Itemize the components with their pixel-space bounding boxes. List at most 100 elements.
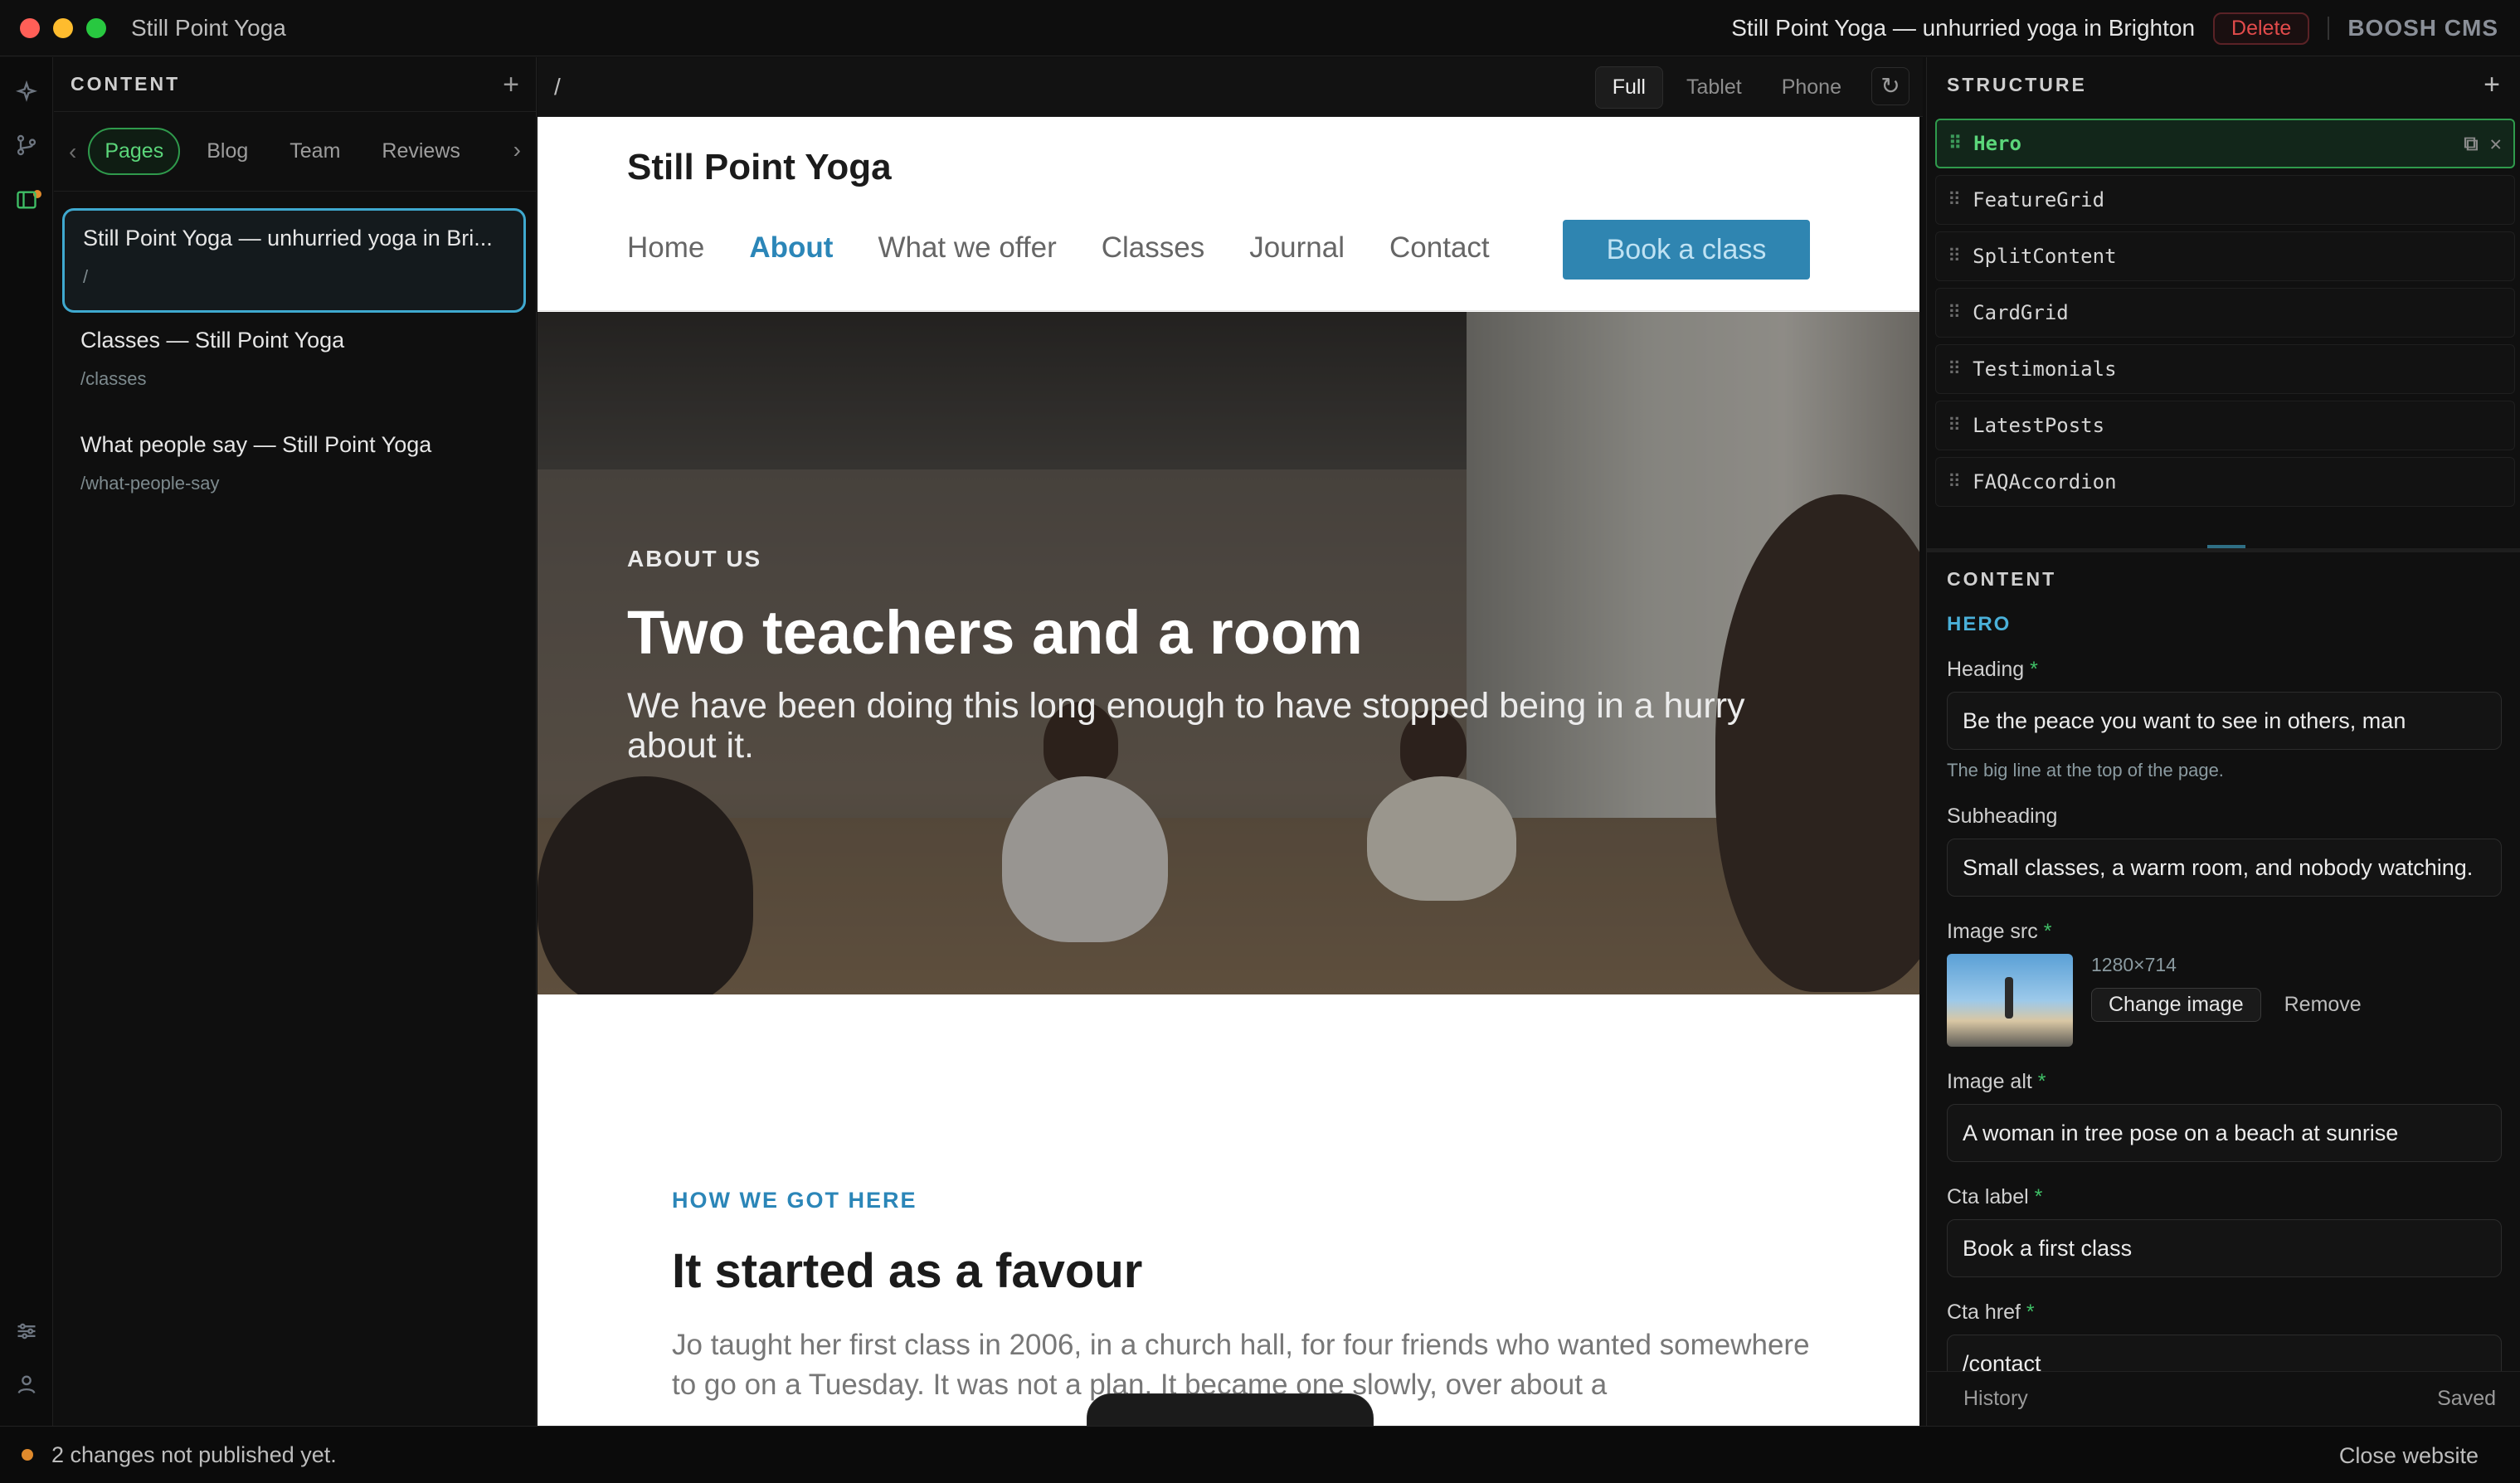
close-website-button[interactable]: Close website <box>2339 1443 2479 1469</box>
block-label: Testimonials <box>1973 357 2117 381</box>
block-form: HERO Heading * Be the peace you want to … <box>1927 613 2520 1393</box>
image-dimensions: 1280×714 <box>2091 954 2177 975</box>
page-item-path: /what-people-say <box>80 473 220 494</box>
image-alt-field: Image alt * A woman in tree pose on a be… <box>1947 1070 2502 1162</box>
nav-journal[interactable]: Journal <box>1249 231 1345 265</box>
field-label: Image src * <box>1947 920 2502 944</box>
cta-label-input[interactable]: Book a first class <box>1947 1219 2502 1277</box>
page-item-title: What people say — Still Point Yoga <box>80 432 432 457</box>
field-label: Image alt * <box>1947 1070 2502 1094</box>
inspector-footer: History Saved <box>1927 1371 2520 1426</box>
app-title: Still Point Yoga <box>131 14 286 41</box>
block-item-faqaccordion[interactable]: ⠿ FAQAccordion <box>1935 457 2515 507</box>
nav-about[interactable]: About <box>749 231 833 265</box>
field-label-text: Cta href <box>1947 1301 2021 1324</box>
image-meta: 1280×714 Change image Remove <box>2091 954 2362 1022</box>
page-list-item[interactable]: Classes — Still Point Yoga /classes <box>62 313 526 417</box>
viewport-phone-button[interactable]: Phone <box>1765 67 1858 108</box>
field-label: Subheading <box>1947 805 2058 828</box>
block-item-featuregrid[interactable]: ⠿ FeatureGrid <box>1935 175 2515 225</box>
drag-handle-icon[interactable]: ⠿ <box>1948 416 1961 436</box>
block-actions: ⧉ ✕ <box>2464 132 2502 155</box>
drag-handle-icon[interactable]: ⠿ <box>1948 359 1961 380</box>
thumbnail-figure <box>2005 977 2013 1019</box>
drag-handle-icon[interactable]: ⠿ <box>1948 472 1961 493</box>
block-item-splitcontent[interactable]: ⠿ SplitContent <box>1935 231 2515 281</box>
tab-team[interactable]: Team <box>275 129 355 173</box>
page-item-path: / <box>83 266 89 287</box>
refresh-icon[interactable]: ↻ <box>1871 67 1909 105</box>
duplicate-icon[interactable]: ⧉ <box>2464 132 2478 155</box>
sidebar-panel-icon[interactable] <box>13 188 40 215</box>
block-item-latestposts[interactable]: ⠿ LatestPosts <box>1935 401 2515 450</box>
page-list: Still Point Yoga — unhurried yoga in Bri… <box>54 192 536 522</box>
close-window-button[interactable] <box>20 17 40 38</box>
image-buttons: Change image Remove <box>2091 988 2362 1022</box>
collection-tabs: ‹ Pages Blog Team Reviews › <box>54 112 536 192</box>
page-item-path: /classes <box>80 368 147 389</box>
minimize-window-button[interactable] <box>53 17 73 38</box>
nav-contact[interactable]: Contact <box>1389 231 1490 265</box>
story-eyebrow: HOW WE GOT HERE <box>672 1188 917 1213</box>
block-item-hero[interactable]: ⠿ Hero ⧉ ✕ <box>1935 119 2515 168</box>
user-icon[interactable] <box>13 1373 40 1399</box>
preview-path: / <box>554 73 561 100</box>
required-marker: * <box>2037 1070 2046 1093</box>
viewport-tablet-button[interactable]: Tablet <box>1670 67 1759 108</box>
required-marker: * <box>2034 1185 2043 1208</box>
nav-what-we-offer[interactable]: What we offer <box>878 231 1056 265</box>
nav-home[interactable]: Home <box>627 231 704 265</box>
sliders-icon[interactable] <box>13 1320 40 1346</box>
remove-image-button[interactable]: Remove <box>2284 993 2362 1017</box>
maximize-window-button[interactable] <box>86 17 106 38</box>
nav-classes[interactable]: Classes <box>1102 231 1204 265</box>
change-image-button[interactable]: Change image <box>2091 988 2261 1022</box>
add-block-button[interactable]: + <box>2484 69 2500 101</box>
drag-handle-icon[interactable]: ⠿ <box>1948 303 1961 323</box>
story-section: HOW WE GOT HERE It started as a favour J… <box>672 1188 1833 1405</box>
status-bar: 2 changes not published yet. Close websi… <box>0 1426 2520 1483</box>
history-button[interactable]: History <box>1963 1387 2028 1411</box>
drag-handle-icon[interactable]: ⠿ <box>1948 246 1961 267</box>
git-branch-icon[interactable] <box>13 134 40 160</box>
tab-reviews[interactable]: Reviews <box>367 129 474 173</box>
site-logo[interactable]: Still Point Yoga <box>627 147 892 188</box>
book-class-button[interactable]: Book a class <box>1563 220 1810 280</box>
add-page-button[interactable]: + <box>503 71 519 99</box>
image-src-field: Image src * 1280×714 Change image Remove <box>1947 920 2502 1047</box>
drag-handle-icon[interactable]: ⠿ <box>1948 190 1961 211</box>
publish-status[interactable]: 2 changes not published yet. <box>51 1442 337 1468</box>
hero-text: ABOUT US Two teachers and a room We have… <box>627 546 1838 766</box>
window-controls <box>20 17 106 38</box>
drag-handle-icon[interactable]: ⠿ <box>1948 134 1962 154</box>
save-status: Saved <box>2437 1387 2496 1410</box>
page-item-title: Classes — Still Point Yoga <box>80 328 345 353</box>
chevron-left-icon[interactable]: ‹ <box>69 139 76 165</box>
page-list-item[interactable]: Still Point Yoga — unhurried yoga in Bri… <box>62 208 526 313</box>
heading-input[interactable]: Be the peace you want to see in others, … <box>1947 692 2502 750</box>
sparkle-icon[interactable] <box>13 80 40 107</box>
subheading-input[interactable]: Small classes, a warm room, and nobody w… <box>1947 839 2502 897</box>
viewport-switcher: Full Tablet Phone <box>1594 66 1858 109</box>
field-label-text: Heading <box>1947 658 2025 681</box>
page-list-item[interactable]: What people say — Still Point Yoga /what… <box>62 417 526 522</box>
block-item-testimonials[interactable]: ⠿ Testimonials <box>1935 344 2515 394</box>
panel-resize-handle[interactable] <box>1927 545 2520 552</box>
block-label: CardGrid <box>1973 301 2069 324</box>
chevron-right-icon[interactable]: › <box>513 137 521 163</box>
site-header: Still Point Yoga Home About What we offe… <box>538 117 1919 311</box>
image-alt-input[interactable]: A woman in tree pose on a beach at sunri… <box>1947 1104 2502 1162</box>
delete-page-button[interactable]: Delete <box>2213 12 2310 45</box>
hero-eyebrow: ABOUT US <box>627 546 762 571</box>
tab-blog[interactable]: Blog <box>192 129 263 173</box>
tab-pages[interactable]: Pages <box>88 128 181 175</box>
resize-nub[interactable] <box>2207 545 2245 548</box>
block-item-cardgrid[interactable]: ⠿ CardGrid <box>1935 288 2515 338</box>
viewport-full-button[interactable]: Full <box>1594 66 1663 109</box>
cta-label-field: Cta label * Book a first class <box>1947 1185 2502 1277</box>
block-label: FAQAccordion <box>1973 470 2117 494</box>
block-list: ⠿ Hero ⧉ ✕ ⠿ FeatureGrid ⠿ SplitContent … <box>1927 112 2520 548</box>
field-label-text: Image src <box>1947 920 2038 943</box>
image-thumbnail[interactable] <box>1947 954 2073 1047</box>
close-icon[interactable]: ✕ <box>2490 132 2502 155</box>
